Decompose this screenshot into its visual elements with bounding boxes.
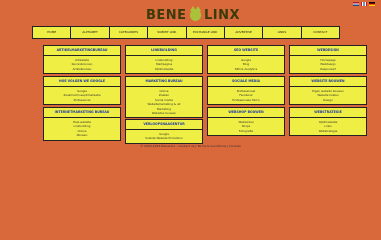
category-title[interactable]: MARKETING BUREAU	[126, 77, 202, 87]
category-box: ARTIKELMARKETINGBUREAU Artikelsite Kenni…	[43, 45, 121, 75]
category-title[interactable]: WEBSITE BOUWEN	[290, 77, 366, 87]
category-title[interactable]: SOCIALE MEDIA	[208, 77, 284, 87]
footer-text: © 2000-2023 BeneLinx - Contact us | Term…	[140, 144, 241, 148]
logo-word-2: LINX	[203, 7, 240, 23]
nav-home[interactable]: HOME	[33, 27, 72, 38]
german-flag-icon[interactable]	[369, 2, 375, 6]
english-flag-icon[interactable]	[361, 2, 367, 6]
category-title[interactable]: ARTIKELMARKETINGBUREAU	[44, 46, 120, 56]
dutch-flag-icon[interactable]	[353, 2, 359, 6]
category-link[interactable]: Mensen	[44, 133, 120, 137]
category-link[interactable]: Responsief	[290, 67, 366, 71]
nav-alphabet[interactable]: ALPHABET	[71, 27, 110, 38]
category-title[interactable]: VERLOOPSNAAGENTUR	[126, 120, 202, 130]
category-title[interactable]: INTERNETMARKETING BUREAU	[44, 108, 120, 118]
category-link[interactable]: SEO & Analytics	[208, 67, 284, 71]
nav-categories[interactable]: CATEGORIES	[110, 27, 149, 38]
category-box: INTERNETMARKETING BUREAU Hele website Li…	[43, 107, 121, 141]
nav-exchange-link[interactable]: EXCHANGE LINK	[187, 27, 225, 38]
main-navigation: HOME ALPHABET CATEGORIES SUBMIT LINK EXC…	[32, 26, 340, 39]
category-link[interactable]: Artikelbureau	[44, 67, 120, 71]
category-box: SOCIALE MEDIA Professioneel Facebook Pro…	[207, 76, 285, 106]
category-box: WEBSITE BOUWEN Eigen website bouwen Webs…	[289, 76, 367, 106]
category-link[interactable]: Optimalisatie	[126, 67, 202, 71]
language-flags	[353, 2, 375, 6]
category-title[interactable]: LINKBUILDING	[126, 46, 202, 56]
nav-links[interactable]: LINKS	[263, 27, 302, 38]
category-box: MARKETING BUREAU Online Zoeken Social me…	[125, 76, 203, 119]
nav-contact[interactable]: CONTACT	[302, 27, 339, 38]
category-link[interactable]: Snelste Website Promotion	[126, 136, 202, 140]
category-link[interactable]: Design	[290, 98, 366, 102]
category-link[interactable]: Websites bouwen	[126, 111, 202, 115]
nav-advertise[interactable]: ADVERTISE	[225, 27, 264, 38]
category-title[interactable]: WEBDESIGN	[290, 46, 366, 56]
category-box: WEBSHOP BOUWEN Webwinkel Shops Fotografi…	[207, 107, 285, 137]
category-title[interactable]: WEBSHOP BOUWEN	[208, 108, 284, 118]
category-title[interactable]: SEO WEBSITE	[208, 46, 284, 56]
category-box: LINKBUILDING Linkbuilding Startpagina Op…	[125, 45, 203, 75]
logo-word-1: BENE	[146, 7, 187, 23]
category-box: VERLOOPSNAAGENTUR Google Snelste Website…	[125, 119, 203, 144]
site-logo[interactable]: BENE LINX	[146, 6, 240, 23]
category-box: HOE VOLGEN WE GOOGLE Google Zoekmachineo…	[43, 76, 121, 106]
cat-logo-icon	[189, 6, 202, 21]
category-link[interactable]: Professional	[44, 98, 120, 102]
category-box: WEBDESIGN Homepage Webdesign Responsief	[289, 45, 367, 75]
category-title[interactable]: HOE VOLGEN WE GOOGLE	[44, 77, 120, 87]
category-title[interactable]: WEBSTRATEGIE	[290, 108, 366, 118]
category-link[interactable]: Webstrategie	[290, 129, 366, 133]
category-link[interactable]: Professionele foto's	[208, 98, 284, 102]
category-link[interactable]: Fotografie	[208, 129, 284, 133]
category-box: WEBSTRATEGIE Optimalisatie Links Webstra…	[289, 107, 367, 137]
nav-submit-link[interactable]: SUBMIT LINK	[148, 27, 187, 38]
category-box: SEO WEBSITE Google Bing SEO & Analytics	[207, 45, 285, 75]
